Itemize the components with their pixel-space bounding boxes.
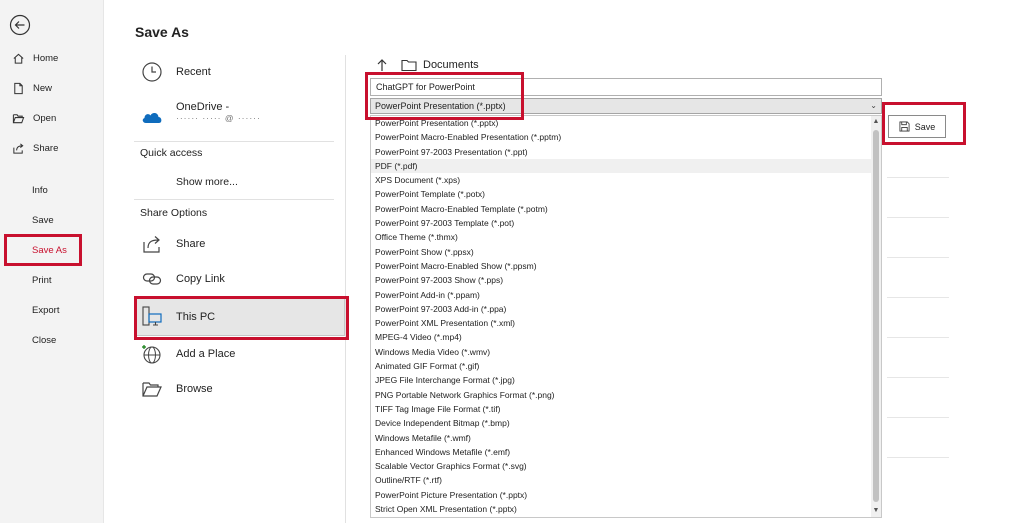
file-type-option[interactable]: XPS Document (*.xps) [371, 173, 881, 187]
file-type-list: PowerPoint Presentation (*.pptx) PowerPoi… [370, 115, 882, 518]
nav-close-label: Close [32, 334, 57, 346]
nav-export[interactable]: Export [32, 299, 59, 321]
file-type-option[interactable]: Strict Open XML Presentation (*.pptx) [371, 502, 881, 516]
location-copy-link-label: Copy Link [176, 273, 225, 285]
location-copy-link[interactable]: Copy Link [140, 265, 225, 293]
clock-icon [142, 62, 162, 82]
file-type-option[interactable]: Office Theme (*.thmx) [371, 230, 881, 244]
file-type-option[interactable]: Scalable Vector Graphics Format (*.svg) [371, 459, 881, 473]
back-arrow-icon[interactable] [9, 14, 31, 36]
recent-list-divider [887, 297, 949, 298]
file-type-option[interactable]: PowerPoint Add-in (*.ppam) [371, 288, 881, 302]
separator [134, 141, 334, 142]
recent-list-divider [887, 417, 949, 418]
scroll-up-icon[interactable]: ▲ [872, 117, 880, 127]
nav-open-label: Open [33, 112, 57, 124]
file-type-option[interactable]: PowerPoint 97-2003 Template (*.pot) [371, 216, 881, 230]
nav-info-label: Info [32, 184, 48, 196]
folder-icon [401, 59, 417, 72]
file-type-option[interactable]: Windows Metafile (*.wmf) [371, 431, 881, 445]
file-type-option[interactable]: PNG Portable Network Graphics Format (*.… [371, 388, 881, 402]
location-add-a-place-label: Add a Place [176, 348, 236, 360]
nav-share[interactable]: Share [12, 137, 58, 159]
nav-print[interactable]: Print [32, 269, 52, 291]
location-share-label: Share [176, 238, 206, 250]
page-title: Save As [135, 24, 189, 40]
file-type-option[interactable]: PowerPoint Macro-Enabled Template (*.pot… [371, 202, 881, 216]
location-onedrive[interactable]: OneDrive - ······ ····· @ ······ [140, 101, 261, 135]
file-type-option[interactable]: Device Independent Bitmap (*.bmp) [371, 416, 881, 430]
file-type-option[interactable]: MPEG-4 Video (*.mp4) [371, 330, 881, 344]
file-type-option[interactable]: Animated GIF Format (*.gif) [371, 359, 881, 373]
location-browse[interactable]: Browse [140, 375, 213, 403]
file-type-option[interactable]: PowerPoint Macro-Enabled Show (*.ppsm) [371, 259, 881, 273]
nav-share-label: Share [33, 142, 59, 154]
share-icon [143, 236, 160, 253]
file-type-option[interactable]: JPEG File Interchange Format (*.jpg) [371, 373, 881, 387]
nav-export-label: Export [32, 304, 60, 316]
location-browse-label: Browse [176, 383, 213, 395]
show-more-link[interactable]: Show more... [176, 176, 238, 188]
link-icon [142, 273, 162, 285]
nav-save[interactable]: Save [32, 209, 54, 231]
separator [134, 199, 334, 200]
file-type-option[interactable]: Windows Media Video (*.wmv) [371, 345, 881, 359]
nav-home-label: Home [33, 52, 59, 64]
file-type-option[interactable]: PowerPoint XML Presentation (*.xml) [371, 316, 881, 330]
open-folder-icon [12, 113, 25, 123]
nav-home[interactable]: Home [12, 47, 58, 69]
nav-print-label: Print [32, 274, 52, 286]
share-icon [13, 142, 24, 154]
browse-folder-icon [142, 382, 162, 397]
location-recent[interactable]: Recent [140, 58, 211, 86]
onedrive-label: OneDrive - [176, 101, 230, 113]
location-share[interactable]: Share [140, 230, 205, 258]
nav-close[interactable]: Close [32, 329, 56, 351]
file-type-option[interactable]: PDF (*.pdf) [371, 158, 881, 174]
location-recent-label: Recent [176, 66, 211, 78]
chevron-down-icon: ⌄ [870, 101, 877, 110]
file-type-option[interactable]: PowerPoint Picture Presentation (*.pptx) [371, 488, 881, 502]
file-type-option[interactable]: PowerPoint Show (*.ppsx) [371, 245, 881, 259]
globe-plus-icon [142, 345, 161, 364]
up-arrow-icon[interactable] [375, 58, 389, 72]
scrollbar[interactable]: ▲ ▼ [871, 116, 881, 517]
recent-list-divider [887, 377, 949, 378]
highlight-box-save [882, 102, 966, 145]
nav-new-label: New [33, 82, 53, 94]
recent-list-divider [887, 257, 949, 258]
home-icon [13, 53, 24, 64]
file-type-option[interactable]: TIFF Tag Image File Format (*.tif) [371, 402, 881, 416]
onedrive-account: ······ ····· @ ······ [176, 113, 261, 123]
onedrive-cloud-icon [142, 113, 162, 123]
highlight-box-file-name [365, 72, 524, 120]
file-type-option[interactable]: PowerPoint 97-2003 Show (*.pps) [371, 273, 881, 287]
nav-open[interactable]: Open [12, 107, 56, 129]
pane-divider [345, 55, 346, 523]
file-type-option[interactable]: PowerPoint 97-2003 Add-in (*.ppa) [371, 302, 881, 316]
nav-info[interactable]: Info [32, 179, 48, 201]
recent-list-divider [887, 217, 949, 218]
recent-list-divider [887, 457, 949, 458]
file-type-option[interactable]: PowerPoint Template (*.potx) [371, 187, 881, 201]
file-type-option[interactable]: PowerPoint 97-2003 Presentation (*.ppt) [371, 145, 881, 159]
file-type-option[interactable]: Outline/RTF (*.rtf) [371, 473, 881, 487]
share-options-heading: Share Options [140, 207, 208, 219]
nav-new[interactable]: New [12, 77, 52, 99]
highlight-box-save-as [4, 234, 82, 266]
location-add-a-place[interactable]: Add a Place [140, 340, 235, 368]
breadcrumb-folder[interactable]: Documents [423, 59, 479, 71]
new-file-icon [14, 82, 23, 94]
file-type-option[interactable]: PowerPoint Macro-Enabled Presentation (*… [371, 130, 881, 144]
recent-list-divider [887, 337, 949, 338]
scroll-down-icon[interactable]: ▼ [872, 506, 880, 516]
highlight-box-this-pc [134, 296, 349, 340]
nav-save-label: Save [32, 214, 54, 226]
quick-access-heading: Quick access [140, 147, 203, 159]
file-type-option[interactable]: Enhanced Windows Metafile (*.emf) [371, 445, 881, 459]
recent-list-divider [887, 177, 949, 178]
scrollbar-thumb[interactable] [873, 130, 879, 502]
breadcrumb: Documents [375, 58, 479, 72]
